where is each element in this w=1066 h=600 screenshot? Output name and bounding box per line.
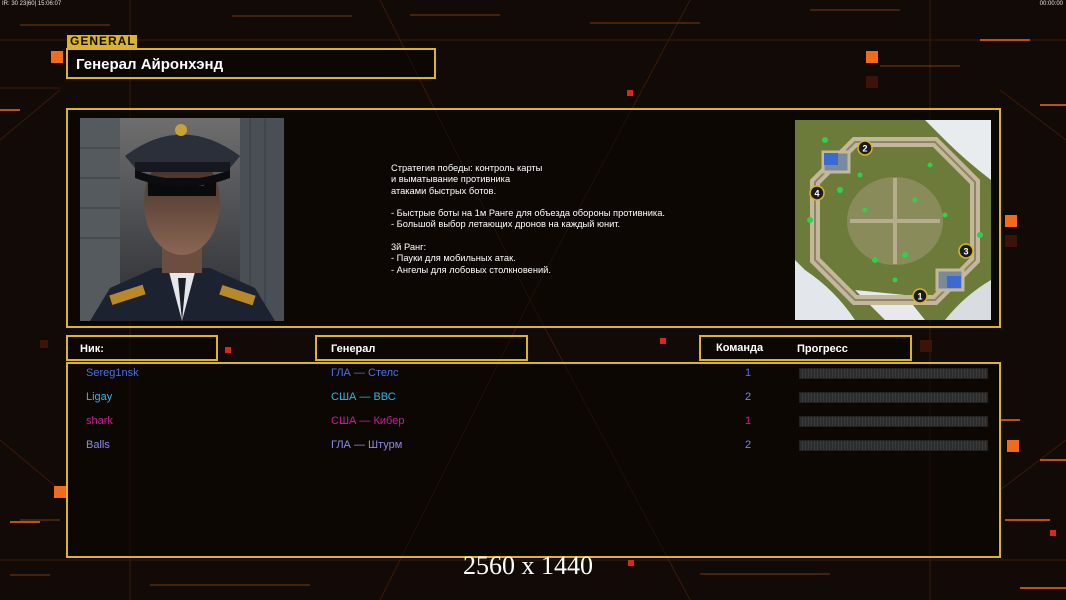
player-team: 1 (745, 367, 752, 379)
player-general: США — ВВС (331, 391, 396, 403)
header-team-label: Команда (716, 342, 764, 354)
player-progress-bar (799, 392, 988, 403)
player-progress-bar (799, 416, 988, 427)
map-preview[interactable]: 1 2 3 4 (795, 120, 991, 320)
header-progress-label: Прогресс (797, 343, 848, 355)
map-start-label: 4 (814, 189, 819, 199)
player-nick: Sereg1nsk (86, 367, 139, 379)
general-description: Стратегия победы: контроль карты и вымат… (391, 163, 665, 275)
header-team-progress[interactable]: Команда Прогресс (699, 335, 912, 361)
player-progress-bar (799, 440, 988, 451)
debug-overlay-left: IR: 30 23|60| 15:06:07 (2, 1, 62, 7)
general-name: Генерал Айронхэнд (76, 56, 224, 73)
player-team: 2 (745, 391, 752, 403)
player-general: США — Кибер (331, 415, 405, 427)
header-nick-label: Ник: (80, 343, 104, 355)
general-info-panel: Стратегия победы: контроль карты и вымат… (66, 108, 1001, 328)
header-general[interactable]: Генерал (315, 335, 528, 361)
player-nick: Ligay (86, 391, 113, 403)
debug-overlay-right: 00:00:00 (1039, 1, 1063, 7)
general-title-box: Генерал Айронхэнд (66, 48, 436, 79)
player-nick: shark (86, 415, 113, 427)
map-start-label: 2 (862, 144, 867, 154)
general-portrait (80, 118, 284, 321)
general-tag: GENERAL (67, 35, 137, 48)
map-start-label: 3 (963, 247, 968, 257)
players-panel: Sereg1nsk ГЛА — Стелс 1 Ligay США — ВВС … (66, 362, 1001, 558)
player-team: 1 (745, 415, 752, 427)
player-general: ГЛА — Стелс (331, 367, 399, 379)
header-general-label: Генерал (331, 343, 376, 355)
resolution-label: 2560 x 1440 (463, 551, 593, 580)
header-nick[interactable]: Ник: (66, 335, 218, 361)
player-general: ГЛА — Штурм (331, 439, 403, 451)
player-nick: Balls (86, 439, 110, 451)
map-start-label: 1 (917, 292, 922, 302)
player-progress-bar (799, 368, 988, 379)
player-team: 2 (745, 439, 752, 451)
